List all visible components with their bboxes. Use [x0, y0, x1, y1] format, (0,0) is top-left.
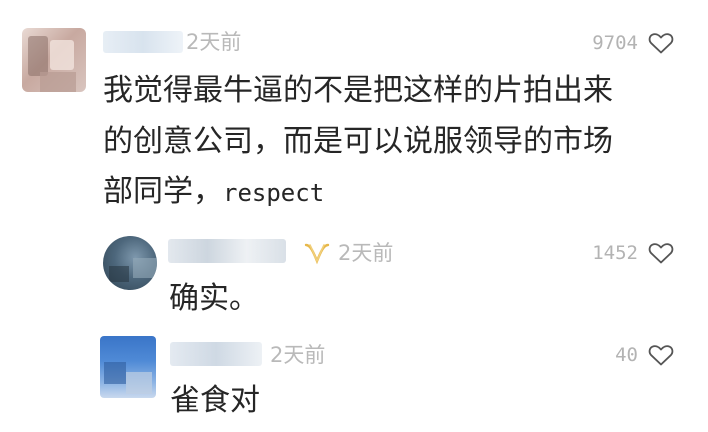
comment-text-line: 确实。: [169, 281, 259, 316]
username-redacted[interactable]: [103, 31, 183, 53]
like-count: 1452: [592, 242, 638, 264]
avatar[interactable]: [100, 336, 156, 398]
heart-outline-icon[interactable]: [648, 343, 674, 367]
avatar[interactable]: [22, 28, 86, 92]
comment-text-tail: respect: [223, 179, 325, 207]
comment-text-line: 的创意公司，而是可以说服领导的市场: [103, 124, 613, 159]
heart-outline-icon[interactable]: [648, 241, 674, 265]
comment-text-line: 我觉得最牛逼的不是把这样的片拍出来: [103, 73, 613, 108]
username-redacted[interactable]: [168, 239, 286, 263]
vip-badge-icon: [304, 243, 330, 265]
username-redacted[interactable]: [170, 342, 262, 366]
comment-time: 2天前: [270, 343, 326, 367]
avatar[interactable]: [103, 236, 157, 290]
heart-outline-icon[interactable]: [648, 31, 674, 55]
like-count: 40: [615, 344, 638, 366]
like-count: 9704: [592, 32, 638, 54]
comment-text-line: 雀食对: [170, 383, 260, 418]
comment-time: 2天前: [186, 30, 242, 54]
comment-text-segment: 部同学，: [103, 174, 223, 209]
comment-time: 2天前: [338, 241, 394, 265]
comment-text-line: 部同学，respect: [103, 167, 324, 218]
